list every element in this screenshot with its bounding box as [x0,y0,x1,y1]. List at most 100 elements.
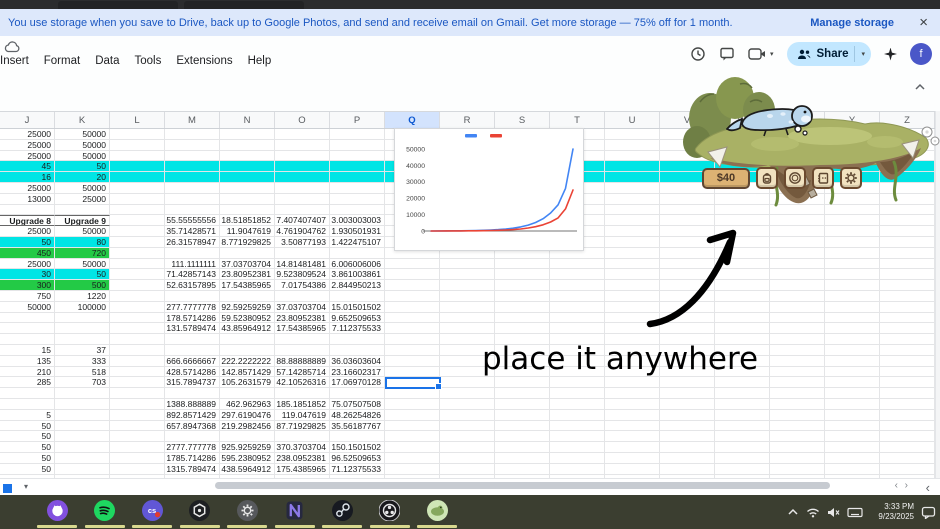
cell-W24[interactable] [715,377,770,388]
cell-J26[interactable] [0,399,55,410]
menu-help[interactable]: Help [248,55,272,67]
cell-J3[interactable]: 25000 [0,151,55,162]
cell-N26[interactable]: 462.962963 [220,399,275,410]
cell-Y22[interactable] [825,356,880,367]
cell-K20[interactable] [55,334,110,345]
cell-Q26[interactable] [385,399,440,410]
cell-S14[interactable] [495,269,550,280]
meet-dropdown-icon[interactable]: ▾ [770,50,774,58]
game-button-coin-icon[interactable] [784,167,806,189]
cell-O26[interactable]: 185.1851852 [275,399,330,410]
cell-M19[interactable]: 131.5789474 [165,323,220,334]
cell-Z29[interactable] [880,431,935,442]
taskbar-github-icon[interactable] [47,500,68,521]
cell-J19[interactable] [0,323,55,334]
cell-L3[interactable] [110,151,165,162]
cell-K17[interactable]: 100000 [55,302,110,313]
cell-J13[interactable]: 25000 [0,259,55,270]
cell-L25[interactable] [110,388,165,399]
cell-J9[interactable]: Upgrade 8 [0,215,55,226]
cell-X30[interactable] [770,442,825,453]
cell-S28[interactable] [495,421,550,432]
cell-Q20[interactable] [385,334,440,345]
cell-L7[interactable] [110,194,165,205]
cell-R14[interactable] [440,269,495,280]
cell-J12[interactable]: 450 [0,248,55,259]
cell-M9[interactable]: 55.55555556 [165,215,220,226]
cell-O14[interactable]: 9.523809524 [275,269,330,280]
cell-O11[interactable]: 3.50877193 [275,237,330,248]
cell-N17[interactable]: 92.59259259 [220,302,275,313]
cell-O31[interactable]: 238.0952381 [275,453,330,464]
cell-X10[interactable] [770,226,825,237]
cell-V29[interactable] [660,431,715,442]
cell-K5[interactable]: 20 [55,172,110,183]
cell-U31[interactable] [605,453,660,464]
cell-M28[interactable]: 657.8947368 [165,421,220,432]
cell-M4[interactable] [165,161,220,172]
cell-K12[interactable]: 720 [55,248,110,259]
cell-P20[interactable] [330,334,385,345]
cell-P29[interactable] [330,431,385,442]
cell-Z14[interactable] [880,269,935,280]
cell-P2[interactable] [330,140,385,151]
cell-X20[interactable] [770,334,825,345]
column-header-K[interactable]: K [55,112,110,128]
cell-M17[interactable]: 277.7777778 [165,302,220,313]
keyboard-icon[interactable] [847,507,863,518]
cell-S24[interactable] [495,377,550,388]
cell-R26[interactable] [440,399,495,410]
cell-X9[interactable] [770,215,825,226]
cell-L9[interactable] [110,215,165,226]
cell-Y20[interactable] [825,334,880,345]
cell-T25[interactable] [550,388,605,399]
cell-K24[interactable]: 703 [55,377,110,388]
cell-V28[interactable] [660,421,715,432]
cell-S27[interactable] [495,410,550,421]
cell-T30[interactable] [550,442,605,453]
cell-K21[interactable]: 37 [55,345,110,356]
cell-O15[interactable]: 7.01754386 [275,280,330,291]
cell-Q18[interactable] [385,313,440,324]
cell-N9[interactable]: 18.51851852 [220,215,275,226]
cell-J1[interactable]: 25000 [0,129,55,140]
cell-Y27[interactable] [825,410,880,421]
cell-Y18[interactable] [825,313,880,324]
cell-W32[interactable] [715,464,770,475]
taskbar-steam-icon[interactable] [332,500,353,521]
cell-Z32[interactable] [880,464,935,475]
cell-K2[interactable]: 50000 [55,140,110,151]
cell-N19[interactable]: 43.85964912 [220,323,275,334]
cell-R32[interactable] [440,464,495,475]
version-history-icon[interactable] [690,46,706,62]
cell-T17[interactable] [550,302,605,313]
cell-S30[interactable] [495,442,550,453]
cell-O17[interactable]: 37.03703704 [275,302,330,313]
cell-J10[interactable]: 25000 [0,226,55,237]
cell-U30[interactable] [605,442,660,453]
cell-M29[interactable] [165,431,220,442]
cell-T32[interactable] [550,464,605,475]
cell-X21[interactable] [770,345,825,356]
cell-N13[interactable]: 37.03703704 [220,259,275,270]
cell-L12[interactable] [110,248,165,259]
cell-T27[interactable] [550,410,605,421]
cell-P3[interactable] [330,151,385,162]
cell-J11[interactable]: 50 [0,237,55,248]
column-header-M[interactable]: M [165,112,220,128]
cell-J24[interactable]: 285 [0,377,55,388]
cell-S31[interactable] [495,453,550,464]
cell-L2[interactable] [110,140,165,151]
cell-M21[interactable] [165,345,220,356]
cell-M23[interactable]: 428.5714286 [165,367,220,378]
cell-T15[interactable] [550,280,605,291]
cell-R19[interactable] [440,323,495,334]
cell-Y11[interactable] [825,237,880,248]
browser-tab[interactable] [184,1,304,9]
cell-P4[interactable] [330,161,385,172]
cell-S18[interactable] [495,313,550,324]
menu-data[interactable]: Data [95,55,119,67]
cell-N21[interactable] [220,345,275,356]
cell-O18[interactable]: 23.80952381 [275,313,330,324]
cell-M14[interactable]: 71.42857143 [165,269,220,280]
